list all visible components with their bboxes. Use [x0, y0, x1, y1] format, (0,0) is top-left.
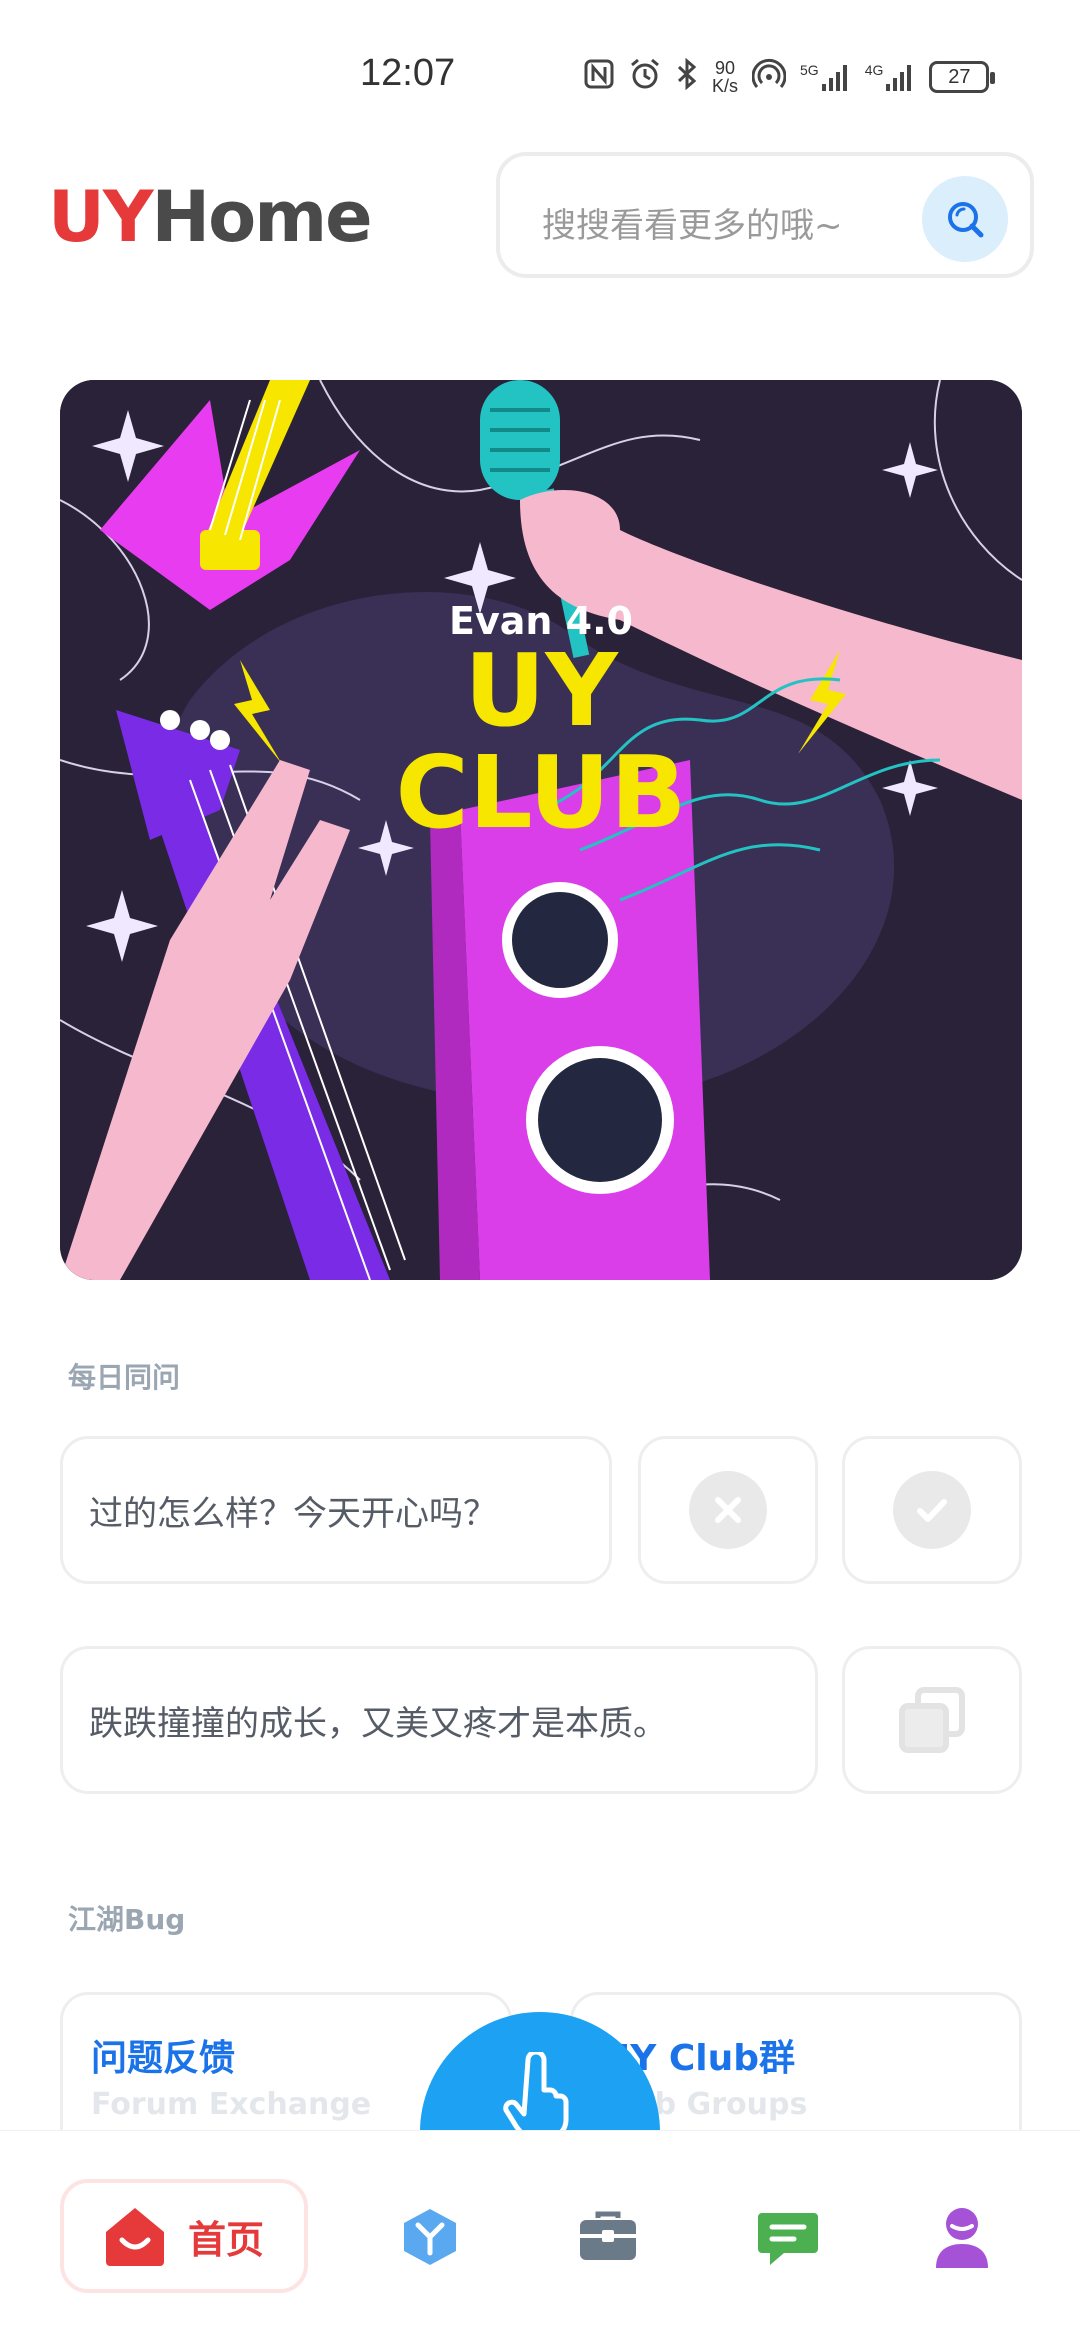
- close-icon: [689, 1471, 767, 1549]
- message-icon: [758, 2213, 818, 2265]
- network-speed-value: 90: [714, 58, 736, 78]
- search-bar[interactable]: 搜搜看看更多的哦~: [496, 152, 1034, 278]
- bottom-nav: 首页: [0, 2130, 1080, 2340]
- banner-title-line1: UY: [464, 632, 619, 749]
- section-bugs-title: 江湖Bug: [68, 1903, 186, 1936]
- nav-cube[interactable]: [398, 2205, 462, 2269]
- nav-messages[interactable]: [756, 2205, 820, 2269]
- feedback-title: 问题反馈: [91, 2038, 236, 2079]
- signal-4g-icon: 4G: [865, 62, 916, 92]
- daily-question-text: 过的怎么样？今天开心吗？: [89, 1493, 497, 1534]
- signal-5g-label: 5G: [800, 62, 819, 78]
- toolbox-icon: [580, 2211, 636, 2260]
- nav-home-label: 首页: [187, 2217, 264, 2262]
- status-icons: 90 K/s 5G 4G 27: [584, 52, 996, 102]
- daily-quote-card[interactable]: 跌跌撞撞的成长，又美又疼才是本质。: [60, 1646, 818, 1794]
- feedback-subtitle: Forum Exchange: [91, 2087, 372, 2122]
- answer-yes-button[interactable]: [842, 1436, 1022, 1584]
- daily-question-card[interactable]: 过的怎么样？今天开心吗？: [60, 1436, 612, 1584]
- bluetooth-icon: [676, 57, 698, 96]
- status-time: 12:07: [360, 52, 456, 94]
- search-input[interactable]: 搜搜看看更多的哦~: [542, 198, 843, 247]
- banner-title-line2: CLUB: [396, 734, 687, 851]
- battery-icon: 27: [929, 61, 996, 93]
- answer-no-button[interactable]: [638, 1436, 818, 1584]
- nav-toolbox[interactable]: [576, 2205, 640, 2269]
- status-bar: 12:07 90 K/s 5G 4G 27: [0, 0, 1080, 150]
- profile-icon: [936, 2208, 988, 2268]
- logo-home: Home: [151, 176, 373, 258]
- home-icon: [105, 2208, 164, 2266]
- app-logo: UYHome: [48, 176, 373, 258]
- alarm-icon: [628, 57, 662, 97]
- signal-4g-label: 4G: [864, 62, 884, 78]
- copy-icon: [899, 1687, 965, 1753]
- daily-quote-text: 跌跌撞撞的成长，又美又疼才是本质。: [89, 1703, 667, 1744]
- pointer-hand-icon: [503, 2052, 569, 2141]
- section-daily-title: 每日同问: [68, 1361, 181, 1394]
- nfc-icon: [584, 59, 614, 95]
- copy-button[interactable]: [842, 1646, 1022, 1794]
- club-banner[interactable]: Evan 4.0 UY CLUB: [60, 380, 1022, 1280]
- logo-uy: UY: [48, 176, 154, 258]
- nav-home[interactable]: 首页: [60, 2179, 308, 2293]
- search-icon: [948, 202, 984, 238]
- check-icon: [893, 1471, 971, 1549]
- hotspot-icon: [751, 57, 787, 97]
- network-speed-unit: K/s: [712, 76, 739, 96]
- network-speed: 90 K/s: [712, 59, 738, 95]
- cube-icon: [404, 2209, 456, 2265]
- battery-level: 27: [948, 65, 971, 88]
- search-button[interactable]: [922, 176, 1008, 262]
- nav-profile[interactable]: [930, 2205, 994, 2269]
- signal-5g-icon: 5G: [800, 62, 851, 92]
